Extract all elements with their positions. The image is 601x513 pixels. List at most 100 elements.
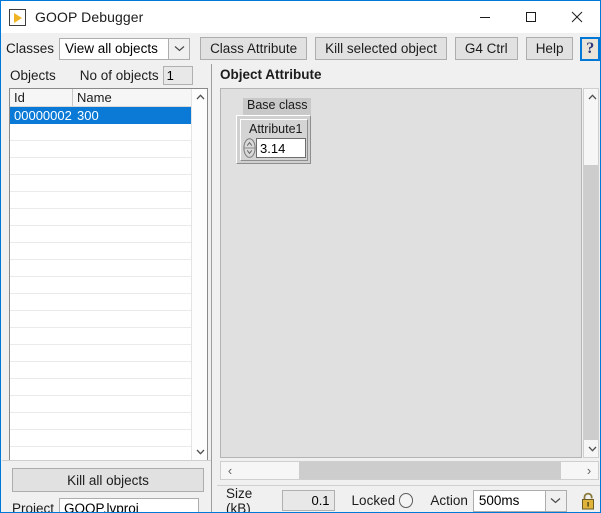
window-controls (462, 1, 600, 33)
cell-name (73, 362, 191, 378)
column-header-name: Name (77, 90, 112, 105)
cell-name: 300 (77, 107, 99, 123)
cell-id (10, 192, 73, 208)
no-of-objects-label: No of objects (79, 68, 159, 83)
table-row[interactable] (10, 192, 207, 209)
table-row[interactable] (10, 226, 207, 243)
chevron-down-icon[interactable] (544, 490, 566, 511)
base-class-label: Base class (243, 98, 312, 115)
cell-name (73, 413, 191, 429)
base-class-cluster: Attribute1 3.14 (236, 115, 311, 164)
cell-id (10, 124, 73, 140)
cell-name (73, 158, 191, 174)
table-row[interactable] (10, 379, 207, 396)
cell-name (73, 277, 191, 293)
classes-label: Classes (6, 41, 55, 56)
project-field[interactable]: GOOP.lvproj (59, 497, 200, 512)
cell-id (10, 430, 73, 446)
cell-id (10, 447, 73, 460)
action-label: Action (430, 493, 468, 508)
locked-label: Locked (351, 493, 396, 508)
scroll-left-icon[interactable]: ‹ (221, 462, 239, 479)
cell-id (10, 328, 73, 344)
object-attribute-horizontal-scrollbar[interactable]: ‹ › (220, 461, 599, 480)
kill-all-objects-button[interactable]: Kill all objects (12, 468, 204, 492)
scroll-up-icon[interactable] (584, 89, 600, 105)
left-panel-divider (2, 460, 212, 461)
objects-table-vertical-scrollbar[interactable] (191, 89, 207, 460)
table-row[interactable] (10, 260, 207, 277)
cell-name (73, 430, 191, 446)
g4-ctrl-button[interactable]: G4 Ctrl (454, 37, 518, 60)
cell-name (73, 226, 191, 242)
cell-name (73, 141, 191, 157)
table-row[interactable] (10, 430, 207, 447)
cell-name (73, 328, 191, 344)
size-label: Size (kB) (226, 485, 253, 513)
toolbar: Classes View all objects Class Attribute… (1, 33, 600, 64)
labview-run-arrow-icon (9, 8, 26, 26)
table-row[interactable] (10, 328, 207, 345)
help-icon-glyph: ? (586, 39, 595, 57)
project-label: Project (12, 500, 55, 513)
table-row[interactable] (10, 158, 207, 175)
status-bar: Size (kB) 0.1 Locked Action 500ms (217, 485, 600, 513)
table-row[interactable] (10, 243, 207, 260)
horizontal-scroll-thumb[interactable] (299, 462, 561, 479)
object-attribute-vertical-scrollbar[interactable] (583, 88, 599, 458)
title-bar: GOOP Debugger (1, 1, 600, 33)
goop-debugger-window: GOOP Debugger Classes View all objects C… (0, 0, 601, 513)
numeric-spinner-icon[interactable] (243, 138, 256, 158)
cell-id (10, 396, 73, 412)
table-row[interactable] (10, 277, 207, 294)
table-row[interactable] (10, 447, 207, 460)
table-row[interactable] (10, 141, 207, 158)
classes-dropdown-value: View all objects (65, 41, 158, 56)
class-attribute-button[interactable]: Class Attribute (200, 37, 308, 60)
table-row[interactable]: 00000002 300 (10, 107, 207, 124)
table-row[interactable] (10, 396, 207, 413)
table-row[interactable] (10, 124, 207, 141)
object-attribute-title: Object Attribute (220, 67, 322, 82)
help-question-mark-icon[interactable]: ? (580, 36, 600, 61)
cell-id: 00000002 (14, 107, 72, 123)
kill-selected-object-button[interactable]: Kill selected object (315, 37, 447, 60)
close-icon[interactable] (554, 1, 600, 32)
attribute1-value-field[interactable]: 3.14 (256, 138, 306, 158)
cell-name (73, 345, 191, 361)
table-row[interactable] (10, 345, 207, 362)
scroll-up-icon[interactable] (192, 89, 207, 105)
cell-name (73, 396, 191, 412)
maximize-icon[interactable] (508, 1, 554, 32)
vertical-scroll-thumb[interactable] (584, 165, 598, 440)
padlock-open-icon[interactable] (578, 490, 600, 512)
classes-dropdown[interactable]: View all objects (59, 37, 191, 60)
cell-name (73, 260, 191, 276)
cell-name (73, 192, 191, 208)
action-dropdown[interactable]: 500ms (472, 489, 567, 512)
cell-id (10, 175, 73, 191)
table-row[interactable] (10, 175, 207, 192)
cell-id (10, 362, 73, 378)
minimize-icon[interactable] (462, 1, 508, 32)
table-row[interactable] (10, 294, 207, 311)
cell-id (10, 141, 73, 157)
cell-name (73, 124, 191, 140)
locked-indicator[interactable] (399, 493, 414, 508)
table-row[interactable] (10, 311, 207, 328)
object-attribute-canvas: Base class Attribute1 3.14 (220, 88, 582, 458)
table-row[interactable] (10, 413, 207, 430)
table-row[interactable] (10, 209, 207, 226)
objects-table-body: 00000002 300 (10, 107, 207, 460)
help-button[interactable]: Help (525, 37, 574, 60)
table-row[interactable] (10, 362, 207, 379)
cell-id (10, 158, 73, 174)
objects-table[interactable]: Id Name 00000002 300 (9, 88, 208, 461)
scroll-down-icon[interactable] (584, 441, 600, 457)
cell-name (73, 311, 191, 327)
scroll-down-icon[interactable] (192, 444, 207, 460)
cell-id (10, 413, 73, 429)
chevron-down-icon[interactable] (168, 38, 190, 59)
cell-name (73, 243, 191, 259)
scroll-right-icon[interactable]: › (580, 462, 598, 479)
